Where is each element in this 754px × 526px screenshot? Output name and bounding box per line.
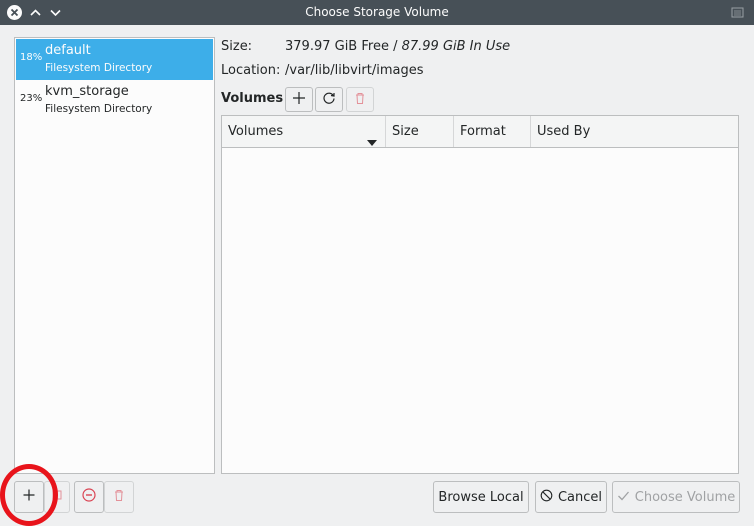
minus-circle-icon <box>82 488 96 506</box>
column-header-format[interactable]: Format <box>454 116 531 147</box>
size-free: 379.97 GiB Free / <box>285 39 402 54</box>
pool-item-default[interactable]: 18% default Filesystem Directory <box>16 39 213 80</box>
add-volume-button[interactable] <box>285 87 313 112</box>
storage-pool-list[interactable]: 18% default Filesystem Directory 23% kvm… <box>14 37 215 474</box>
column-header-label: Volumes <box>228 124 284 139</box>
location-label: Location: <box>221 63 281 78</box>
browse-local-button[interactable]: Browse Local <box>433 481 529 513</box>
sort-descending-icon <box>367 128 377 159</box>
trash-icon <box>353 91 367 109</box>
size-label: Size: <box>221 39 253 54</box>
pool-item-kvm-storage[interactable]: 23% kvm_storage Filesystem Directory <box>16 80 213 121</box>
delete-volume-button[interactable] <box>346 87 374 112</box>
cancel-button[interactable]: Cancel <box>535 481 607 513</box>
title-bar: Choose Storage Volume <box>0 0 754 25</box>
size-used: 87.99 GiB In Use <box>401 39 511 54</box>
plus-icon <box>23 489 35 505</box>
checkmark-icon <box>617 489 630 506</box>
add-pool-button[interactable] <box>14 481 44 513</box>
column-header-volumes[interactable]: Volumes <box>222 116 386 147</box>
pool-type: Filesystem Directory <box>45 103 153 115</box>
size-value: 379.97 GiB Free / 87.99 GiB In Use <box>285 39 510 54</box>
stop-pool-button[interactable] <box>44 481 70 513</box>
volumes-heading: Volumes <box>221 91 284 106</box>
pool-type: Filesystem Directory <box>45 62 153 74</box>
pool-name: kvm_storage <box>45 84 129 99</box>
window-title: Choose Storage Volume <box>305 5 449 19</box>
column-header-label: Format <box>460 124 506 139</box>
location-value: /var/lib/libvirt/images <box>285 63 424 78</box>
delete-pool-button[interactable] <box>104 481 134 513</box>
refresh-icon <box>322 91 336 109</box>
browse-local-label: Browse Local <box>438 489 524 505</box>
plus-icon <box>292 91 306 109</box>
choose-volume-button[interactable]: Choose Volume <box>612 481 740 513</box>
window-menu-icon[interactable] <box>729 4 746 21</box>
pool-name: default <box>45 43 91 58</box>
column-header-label: Size <box>392 124 419 139</box>
pool-usage-percent: 18% <box>20 52 43 63</box>
stop-icon <box>51 489 63 505</box>
start-pool-button[interactable] <box>74 481 104 513</box>
choose-volume-label: Choose Volume <box>634 489 736 505</box>
trash-icon <box>112 488 126 506</box>
volumes-table[interactable]: Volumes Size Format Used By <box>221 115 739 474</box>
pool-usage-percent: 23% <box>20 93 43 104</box>
refresh-volumes-button[interactable] <box>315 87 343 112</box>
column-header-size[interactable]: Size <box>386 116 454 147</box>
column-header-label: Used By <box>537 124 591 139</box>
volumes-table-header: Volumes Size Format Used By <box>222 116 738 148</box>
cancel-icon <box>540 489 553 506</box>
cancel-label: Cancel <box>557 489 603 505</box>
column-header-used-by[interactable]: Used By <box>531 116 738 147</box>
